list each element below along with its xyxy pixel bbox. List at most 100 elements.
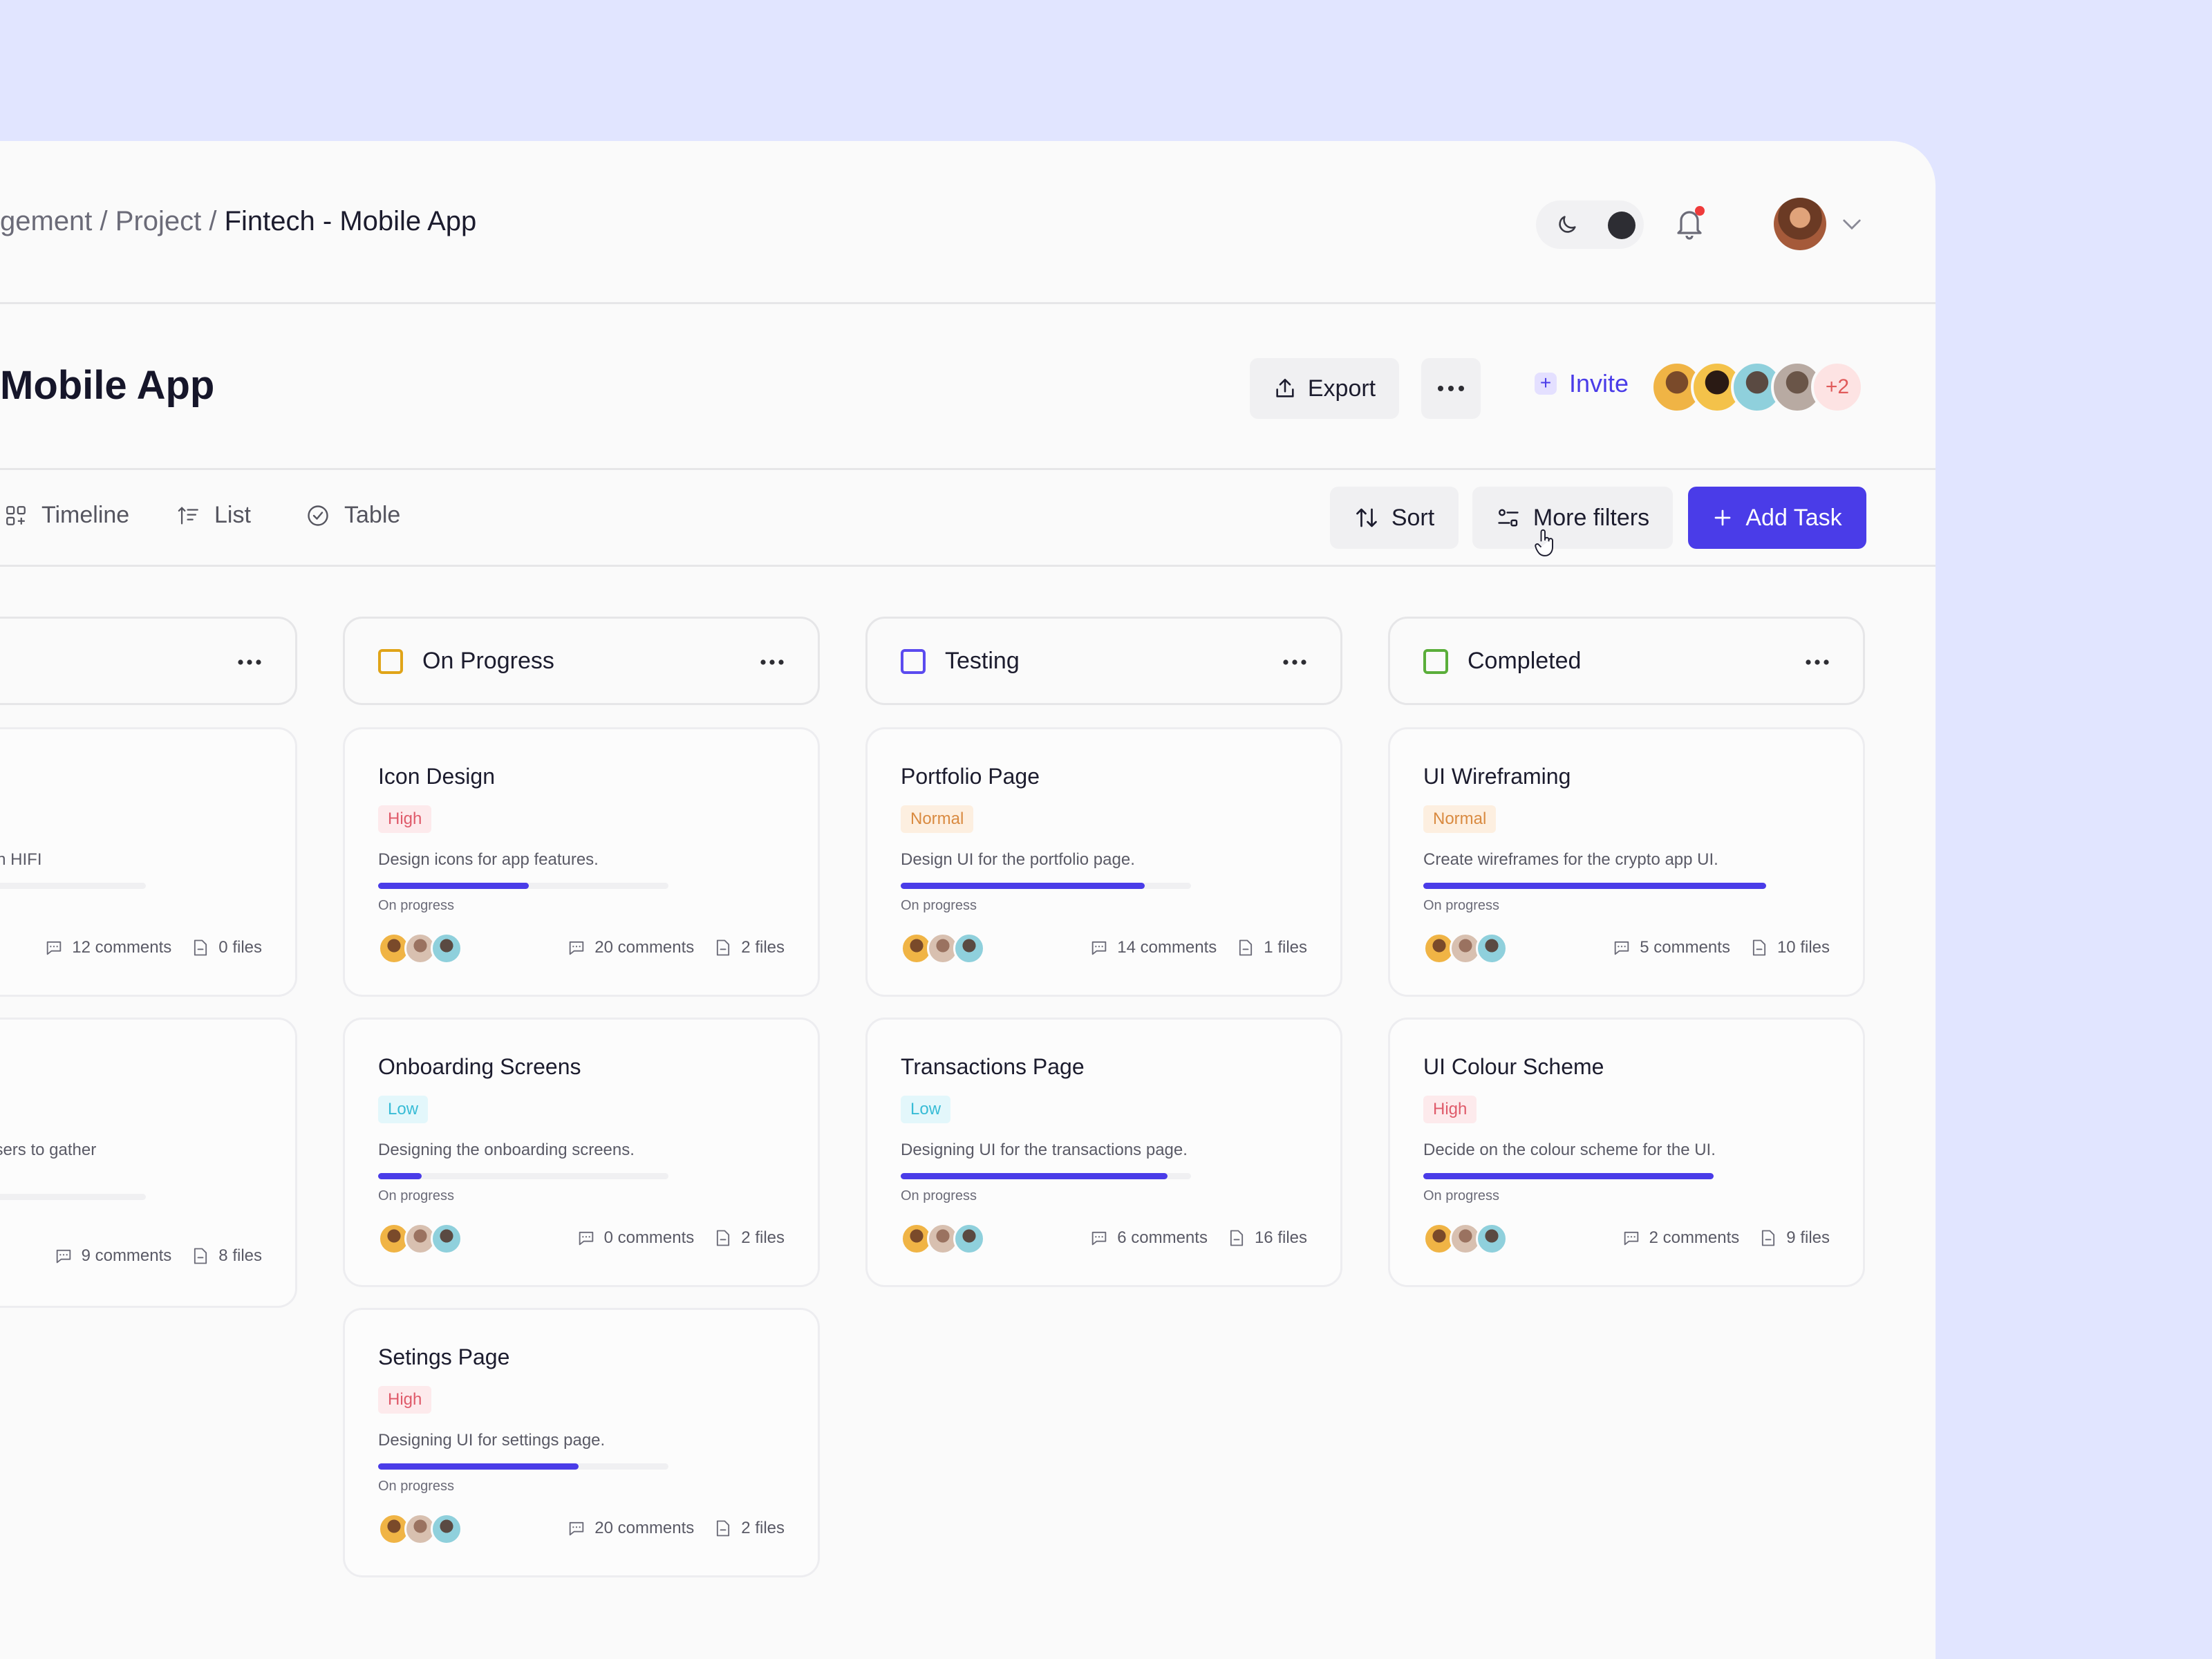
task-card[interactable]: esting with target users to gathere on d… [0,1018,297,1308]
chevron-down-icon[interactable] [1841,216,1862,232]
page-title: Mobile App [0,363,215,408]
comments-count[interactable]: 0 comments [577,1228,694,1248]
theme-toggle[interactable] [1536,200,1644,249]
sort-button[interactable]: Sort [1330,487,1459,549]
column-header: Completed [1388,617,1865,705]
files-count[interactable]: 0 files [191,938,262,957]
column-header: On Progress [343,617,820,705]
assignee-avatars[interactable] [1423,932,1513,966]
files-count[interactable]: 9 files [1759,1228,1830,1248]
task-description: Designing UI for settings page. [378,1430,605,1451]
breadcrumb-current: Fintech - Mobile App [224,206,477,236]
breadcrumb-separator: / [201,206,225,236]
description-line: Design UI for the portfolio page. [901,850,1135,869]
comments-count[interactable]: 14 comments [1089,938,1217,957]
task-description: Design UI for the portfolio page. [901,850,1135,870]
avatar [953,932,985,964]
sort-label: Sort [1391,504,1435,531]
progress-fill [378,883,529,889]
comment-icon [1614,941,1629,955]
file-icon [194,1248,207,1264]
task-description: Design icons for app features. [378,850,599,870]
progress-bar [0,883,146,889]
task-card[interactable]: Setings Page High Designing UI for setting… [343,1308,820,1577]
assignee-avatars[interactable] [378,1513,468,1546]
comments-label: 20 comments [594,1519,695,1537]
file-icon [1230,1230,1244,1246]
comments-count[interactable]: 5 comments [1612,938,1730,957]
invite-button[interactable]: + Invite [1535,369,1629,398]
list-sort-icon [178,506,198,524]
filter-sliders-icon [1498,509,1519,527]
files-label: 9 files [1786,1228,1830,1247]
files-count[interactable]: 2 files [713,1519,785,1538]
add-task-button[interactable]: Add Task [1688,487,1866,549]
files-label: 16 files [1254,1228,1307,1247]
column-menu-icon[interactable] [237,659,262,666]
more-filters-button[interactable]: More filters [1472,487,1673,549]
avatar [431,1223,462,1255]
progress-bar [378,883,668,889]
check-circle-icon [308,505,328,526]
task-card[interactable]: Transactions Page Low Designing UI for the… [865,1018,1342,1287]
tab-list[interactable]: List [177,502,251,529]
breadcrumb-item-management[interactable]: gement [0,206,92,236]
priority-badge: Normal [1423,805,1497,833]
comments-label: 9 comments [81,1246,172,1265]
file-icon [717,1230,730,1246]
task-card[interactable]: Icon Design High Design icons for app feat… [343,727,820,997]
files-count[interactable]: 8 files [191,1246,262,1266]
export-button[interactable]: Export [1250,358,1399,419]
description-line: prototypes based on HIFI [0,850,42,869]
comment-icon [579,1231,593,1246]
user-avatar[interactable] [1774,198,1826,250]
task-meta: 14 comments 1 files [1089,938,1307,957]
task-title: UI Colour Scheme [1423,1054,1604,1079]
tab-timeline[interactable]: Timeline [4,502,129,529]
task-card[interactable]: l prototypes based on HIFI12 comments0 f… [0,727,297,997]
team-avatars[interactable]: +2 [1651,361,1872,413]
avatar [1476,1223,1508,1255]
tab-table[interactable]: Table [306,502,400,529]
column-menu-icon[interactable] [760,659,785,666]
avatar [1476,932,1508,964]
comment-icon [46,941,62,955]
column-menu-icon[interactable] [1282,659,1307,666]
assignee-avatars[interactable] [901,1223,991,1256]
task-status: On progress [378,1188,455,1203]
task-status: On progress [901,1188,977,1203]
comments-count[interactable]: 12 comments [44,938,171,957]
more-options-button[interactable] [1421,358,1481,419]
breadcrumb: gement / Project / Fintech - Mobile App [0,205,476,238]
files-count[interactable]: 2 files [713,938,785,957]
comments-count[interactable]: 20 comments [567,1519,694,1538]
comments-count[interactable]: 6 comments [1089,1228,1208,1248]
task-card[interactable]: Portfolio Page Normal Design UI for the po… [865,727,1342,997]
assignee-avatars[interactable] [378,932,468,966]
assignee-avatars[interactable] [378,1223,468,1256]
files-count[interactable]: 10 files [1750,938,1830,957]
comments-count[interactable]: 20 comments [567,938,694,957]
moon-icon [1559,216,1576,233]
column-menu-icon[interactable] [1805,659,1830,666]
more-members-badge: +2 [1811,361,1864,413]
task-card[interactable]: UI Colour Scheme High Decide on the colour… [1388,1018,1865,1287]
task-meta: 6 comments 16 files [1089,1228,1307,1248]
files-count[interactable]: 16 files [1227,1228,1307,1248]
task-card[interactable]: UI Wireframing Normal Create wireframes fo… [1388,727,1865,997]
file-icon [1762,1230,1775,1246]
files-count[interactable]: 1 files [1236,938,1307,957]
assignee-avatars[interactable] [1423,1223,1513,1256]
files-count[interactable]: 2 files [713,1228,785,1248]
assignee-avatars[interactable] [901,932,991,966]
task-card[interactable]: Onboarding Screens Low Designing the onboa… [343,1018,820,1287]
task-meta: 5 comments 10 files [1612,938,1830,957]
breadcrumb-item-project[interactable]: Project [115,206,202,236]
task-title: Setings Page [378,1344,510,1369]
comments-count[interactable]: 9 comments [54,1246,172,1266]
progress-fill [1423,1173,1714,1179]
description-line: Create wireframes for the crypto app UI. [1423,850,1718,869]
comments-count[interactable]: 2 comments [1622,1228,1739,1248]
toggle-knob [1608,212,1635,239]
column-header [0,617,297,705]
